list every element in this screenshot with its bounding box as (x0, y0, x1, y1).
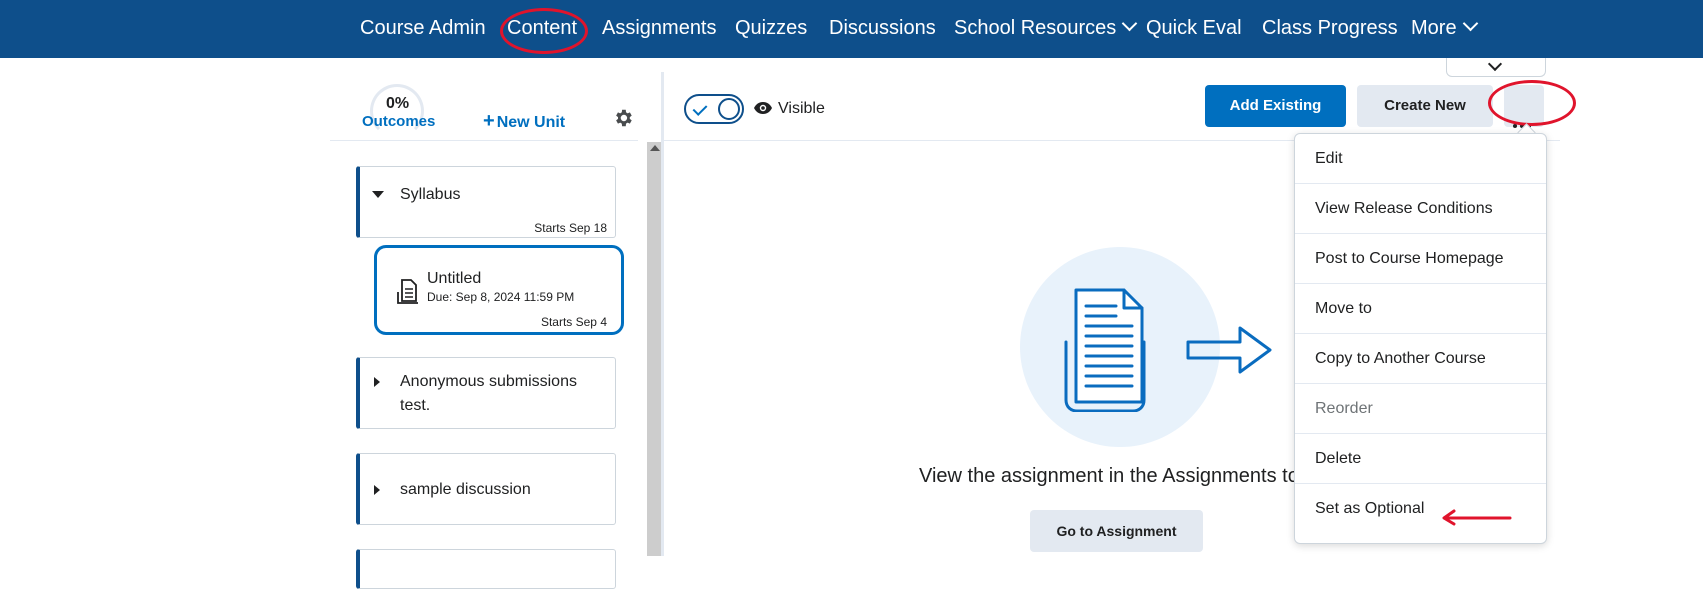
menu-item-reorder: Reorder (1295, 384, 1546, 434)
context-menu: Edit View Release Conditions Post to Cou… (1294, 133, 1547, 544)
menu-item-move-to[interactable]: Move to (1295, 284, 1546, 334)
assignment-document-illustration-icon (1064, 288, 1272, 412)
caret-right-icon[interactable] (374, 485, 380, 495)
nav-item-quizzes[interactable]: Quizzes (735, 0, 807, 58)
plus-icon: + (483, 110, 495, 132)
nav-item-assignments[interactable]: Assignments (602, 0, 717, 58)
unit-start-date: Starts Sep 18 (534, 221, 607, 235)
nav-item-school-resources[interactable]: School Resources (954, 0, 1138, 58)
new-unit-label: New Unit (496, 114, 566, 131)
nav-item-more[interactable]: More (1411, 0, 1478, 58)
chevron-down-icon (1122, 15, 1138, 32)
chevron-down-icon (1462, 15, 1478, 32)
nav-item-discussions[interactable]: Discussions (829, 0, 936, 58)
visibility-label: Visible (778, 100, 825, 117)
menu-item-delete[interactable]: Delete (1295, 434, 1546, 484)
eye-icon (754, 102, 772, 114)
caret-down-icon[interactable] (372, 191, 384, 198)
topic-title: Untitled (427, 270, 482, 287)
add-existing-button[interactable]: Add Existing (1205, 85, 1346, 127)
new-unit-button[interactable]: + New Unit (483, 110, 565, 133)
caret-right-icon[interactable] (374, 377, 380, 387)
nav-item-school-resources-label: School Resources (954, 17, 1117, 39)
nav-item-quick-eval[interactable]: Quick Eval (1146, 0, 1242, 58)
menu-item-post-to-course-homepage[interactable]: Post to Course Homepage (1295, 234, 1546, 284)
unit-title: Anonymous submissions test. (400, 373, 577, 414)
check-icon (692, 101, 708, 116)
outcomes-link[interactable]: Outcomes (362, 113, 435, 130)
scroll-up-arrow-icon[interactable] (650, 145, 660, 151)
toggle-knob (718, 98, 740, 120)
menu-item-edit[interactable]: Edit (1295, 134, 1546, 184)
topic-due-date: Due: Sep 8, 2024 11:59 PM (427, 290, 575, 304)
unit-title: sample discussion (400, 481, 531, 498)
chevron-down-icon (1487, 56, 1503, 72)
visibility-toggle[interactable] (684, 94, 744, 124)
nav-item-class-progress[interactable]: Class Progress (1262, 0, 1398, 58)
annotation-circle-more (1488, 80, 1576, 126)
nav-item-more-label: More (1411, 17, 1457, 39)
menu-item-view-release-conditions[interactable]: View Release Conditions (1295, 184, 1546, 234)
go-to-assignment-button[interactable]: Go to Assignment (1030, 510, 1203, 552)
unit-card-partial[interactable] (356, 549, 616, 589)
outcomes-percent: 0% (386, 95, 410, 112)
assignment-icon (397, 279, 418, 304)
collapse-navbar-toggle[interactable] (1446, 56, 1546, 77)
unit-title: Syllabus (400, 186, 461, 203)
topic-card-selected[interactable]: Untitled Due: Sep 8, 2024 11:59 PM Start… (374, 245, 624, 335)
top-navigation-bar: Course Admin Content Assignments Quizzes… (0, 0, 1703, 58)
topic-start-date: Starts Sep 4 (540, 315, 607, 329)
create-new-button[interactable]: Create New (1357, 85, 1493, 127)
gear-icon[interactable] (612, 107, 634, 129)
unit-card-anonymous-submissions[interactable]: Anonymous submissions test. (356, 357, 616, 429)
menu-item-copy-to-another-course[interactable]: Copy to Another Course (1295, 334, 1546, 384)
panel-divider[interactable] (661, 72, 664, 556)
unit-card-sample-discussion[interactable]: sample discussion (356, 453, 616, 525)
annotation-circle-content (500, 8, 588, 54)
sidebar-header: 0% Outcomes + New Unit (330, 70, 638, 141)
empty-state-message: View the assignment in the Assignments t… (919, 465, 1299, 487)
annotation-arrow-icon (1442, 509, 1512, 526)
nav-item-course-admin[interactable]: Course Admin (360, 0, 486, 58)
unit-card-syllabus[interactable]: Syllabus Starts Sep 18 (356, 166, 616, 238)
